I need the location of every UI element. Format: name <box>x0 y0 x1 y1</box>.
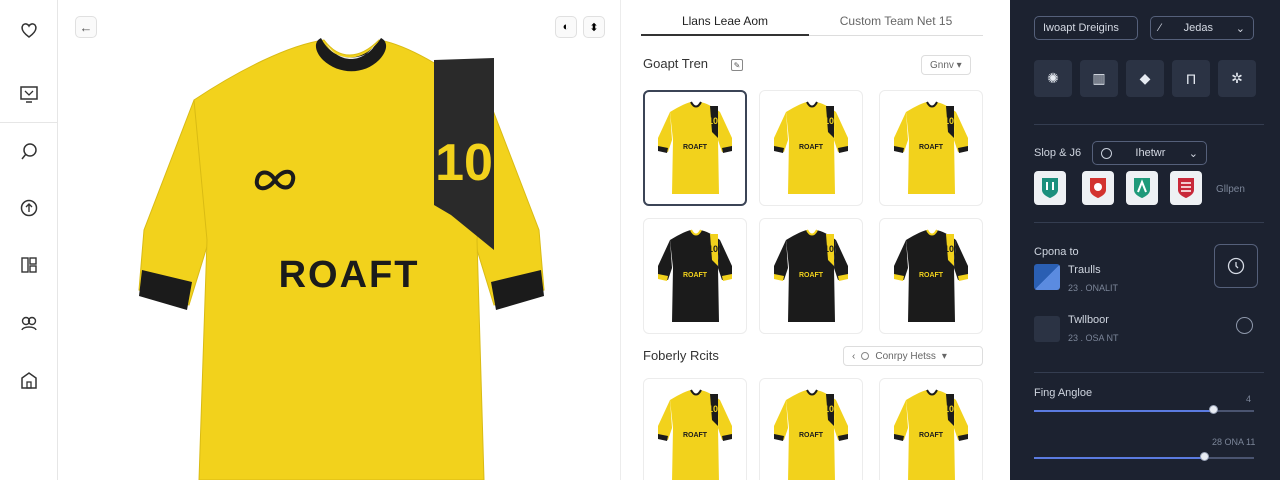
jersey-thumbnail[interactable]: 10 ROAFT <box>759 218 863 334</box>
jersey-thumbnail[interactable]: 10 ROAFT <box>643 90 747 206</box>
section-title-recent: Foberly Rcits <box>643 348 719 363</box>
slider1-value: 4 <box>1246 394 1252 404</box>
monitor-icon[interactable] <box>17 82 41 106</box>
item1-meta: 23 . ONALIT <box>1068 283 1119 293</box>
tab-templates[interactable]: Llans Leae Aom <box>641 10 809 36</box>
template-gallery: Llans Leae Aom Custom Team Net 15 Goapt … <box>620 0 1010 480</box>
jersey-thumbnail[interactable]: 10 ROAFT <box>879 90 983 206</box>
main-jersey-preview[interactable]: 10 ROAFT <box>99 30 579 480</box>
team-badge-1[interactable] <box>1034 171 1066 205</box>
svg-text:10: 10 <box>708 404 718 414</box>
team-badge-2[interactable] <box>1082 171 1114 205</box>
sun-tool-icon[interactable]: ✺ <box>1034 60 1072 97</box>
svg-text:10: 10 <box>708 116 718 126</box>
design-canvas[interactable]: ← ◐ ⬍ 10 ROAFT <box>59 0 620 480</box>
back-arrow-icon: ← <box>79 19 93 35</box>
import-designs-dropdown[interactable]: Iwoapt Dreigins <box>1034 16 1138 40</box>
svg-text:10: 10 <box>708 244 718 254</box>
svg-text:ROAFT: ROAFT <box>683 272 708 279</box>
prev-icon: ‹ <box>852 350 856 362</box>
upload-icon[interactable] <box>17 196 41 220</box>
svg-text:10: 10 <box>824 404 834 414</box>
svg-text:10: 10 <box>824 116 834 126</box>
svg-text:ROAFT: ROAFT <box>799 144 824 151</box>
item1-name[interactable]: Traulls <box>1068 264 1101 276</box>
item1-thumbnail[interactable] <box>1034 264 1060 290</box>
user-icon: ⬍ <box>589 21 599 34</box>
globe-icon <box>1101 147 1112 159</box>
rail-divider <box>0 122 58 123</box>
svg-text:ROAFT: ROAFT <box>799 432 824 439</box>
style-dropdown[interactable]: Ihetwr ⌄ <box>1092 141 1207 165</box>
copy-dropdown[interactable]: ‹ Conrpy Hetss ▾ <box>843 346 983 366</box>
jersey-thumbnail[interactable]: 10 ROAFT <box>879 378 983 480</box>
svg-text:10: 10 <box>944 404 954 414</box>
jersey-number: 10 <box>435 134 493 192</box>
svg-text:10: 10 <box>944 244 954 254</box>
filter-dropdown[interactable]: Gnnv ▾ <box>921 55 971 75</box>
item2-thumbnail[interactable] <box>1034 316 1060 342</box>
slash-icon: ⁄ <box>1159 22 1161 34</box>
panel-divider <box>1034 372 1264 373</box>
svg-text:ROAFT: ROAFT <box>799 272 824 279</box>
grid-icon[interactable] <box>17 253 41 277</box>
chevron-down-icon: ⌄ <box>1188 147 1198 160</box>
slider2-handle[interactable] <box>1200 452 1209 461</box>
user-button[interactable]: ⬍ <box>583 16 605 38</box>
svg-text:ROAFT: ROAFT <box>683 432 708 439</box>
slider-label: Fing Angloe <box>1034 387 1093 399</box>
slider2-value: 28 ONA 11 <box>1212 437 1256 447</box>
section-title-templates: Goapt Tren <box>643 56 709 71</box>
search-icon[interactable] <box>17 140 41 164</box>
team-badge-3[interactable] <box>1126 171 1158 205</box>
radio-icon <box>861 352 870 360</box>
eraser-tool-icon[interactable]: ◆ <box>1126 60 1164 97</box>
svg-text:ROAFT: ROAFT <box>683 144 708 151</box>
style-label: Slop & J6 <box>1034 147 1082 159</box>
slider2-fill <box>1034 457 1204 459</box>
back-button[interactable]: ← <box>75 16 97 38</box>
jersey-thumbnail[interactable]: 10 ROAFT <box>879 218 983 334</box>
heart-icon[interactable] <box>17 18 41 42</box>
clock-button[interactable] <box>1214 244 1258 288</box>
slider1-fill <box>1034 410 1214 412</box>
team-badge-4[interactable] <box>1170 171 1202 205</box>
properties-panel: Iwoapt Dreigins ⁄ Jedas ⌄ ✺ ▥ ◆ Π ✲ Slop… <box>1010 0 1280 480</box>
svg-text:ROAFT: ROAFT <box>919 432 944 439</box>
jersey-thumbnail[interactable]: 10 ROAFT <box>643 378 747 480</box>
item2-name[interactable]: Twllboor <box>1068 314 1109 326</box>
svg-text:ROAFT: ROAFT <box>919 272 944 279</box>
jersey-thumbnail[interactable]: 10 ROAFT <box>643 218 747 334</box>
opponents-label: Cpona to <box>1034 246 1079 258</box>
item2-radio[interactable] <box>1236 317 1253 334</box>
app-root: ← ◐ ⬍ 10 ROAFT Llans Leae Aom Custom Tea… <box>0 0 1280 480</box>
clock-icon <box>1227 257 1245 275</box>
panel-divider <box>1034 222 1264 223</box>
brand-name: ROAFT <box>279 254 420 296</box>
fonts-dropdown[interactable]: ⁄ Jedas ⌄ <box>1150 16 1254 40</box>
text-tool-icon[interactable]: Π <box>1172 60 1210 97</box>
more-badges-link[interactable]: Gllpen <box>1216 184 1245 195</box>
team-icon[interactable] <box>17 311 41 335</box>
home-icon[interactable] <box>17 368 41 392</box>
layers-tool-icon[interactable]: ▥ <box>1080 60 1118 97</box>
jersey-thumbnail[interactable]: 10 ROAFT <box>759 90 863 206</box>
left-rail <box>0 0 58 480</box>
item2-meta: 23 . OSA NT <box>1068 333 1119 343</box>
edit-icon[interactable]: ✎ <box>731 59 743 71</box>
effects-tool-icon[interactable]: ✲ <box>1218 60 1256 97</box>
svg-text:ROAFT: ROAFT <box>919 144 944 151</box>
slider1-handle[interactable] <box>1209 405 1218 414</box>
jersey-thumbnail[interactable]: 10 ROAFT <box>759 378 863 480</box>
chevron-down-icon: ▾ <box>941 350 947 362</box>
panel-divider <box>1034 124 1264 125</box>
svg-text:10: 10 <box>944 116 954 126</box>
svg-text:10: 10 <box>824 244 834 254</box>
tab-custom-team[interactable]: Custom Team Net 15 <box>809 10 983 36</box>
chevron-down-icon: ⌄ <box>1235 22 1245 35</box>
